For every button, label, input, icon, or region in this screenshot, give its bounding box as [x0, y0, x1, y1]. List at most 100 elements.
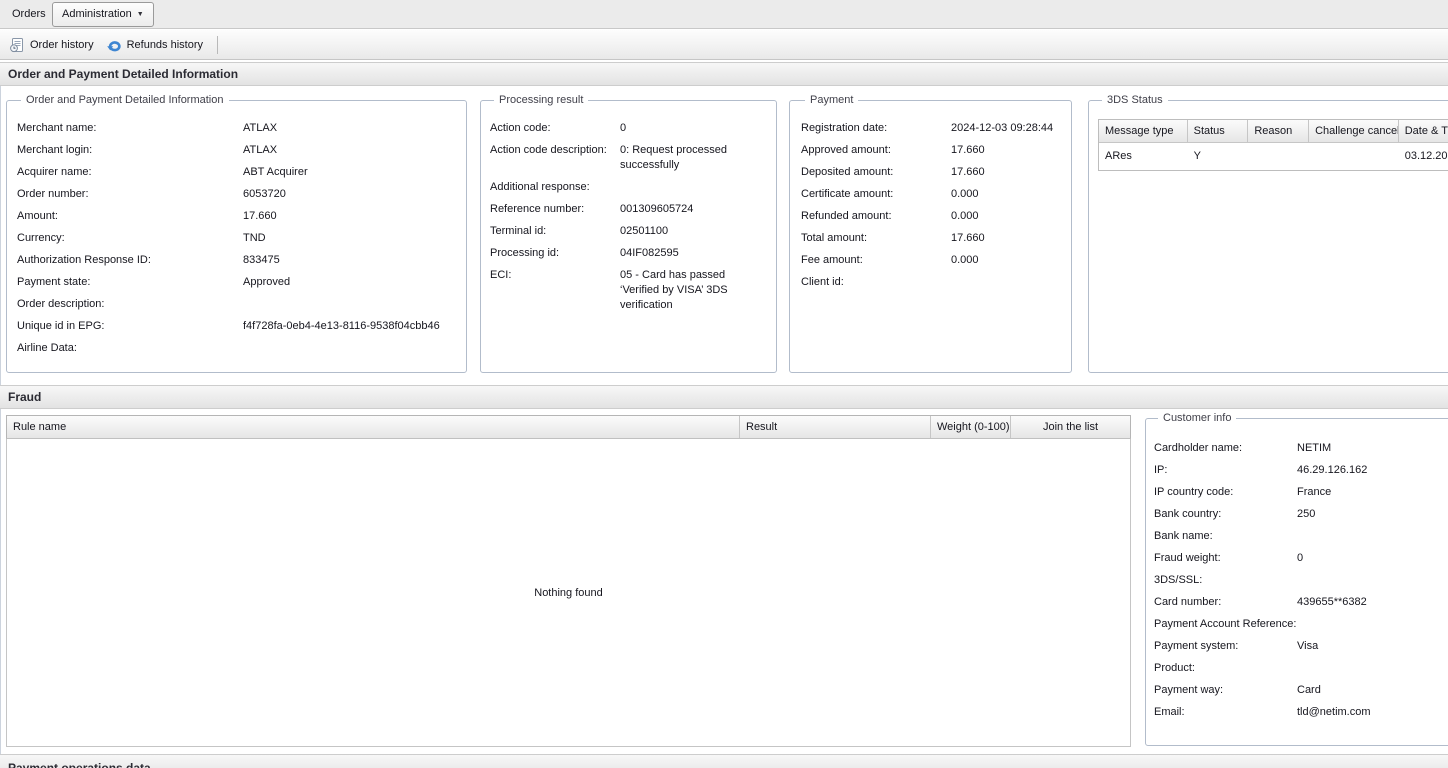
- field-value: 02501100: [620, 224, 766, 239]
- history-toolbar: Order history Refunds history: [0, 30, 1448, 60]
- payment-legend: Payment: [805, 94, 858, 106]
- field-value: ATLAX: [243, 121, 456, 136]
- field-value: [243, 297, 456, 312]
- field-value: 2024-12-03 09:28:44: [951, 121, 1061, 136]
- field-row: Email: tld@netim.com: [1154, 705, 1448, 720]
- field-row: Order description:: [17, 297, 456, 312]
- threeds-column-header[interactable]: Status: [1188, 120, 1249, 143]
- field-label: Approved amount:: [801, 143, 951, 158]
- refunds-history-button[interactable]: Refunds history: [103, 33, 212, 57]
- field-value: [243, 341, 456, 356]
- field-row: Terminal id: 02501100: [490, 224, 766, 239]
- field-value: 0: [620, 121, 766, 136]
- payment-fieldset: Payment Registration date: 2024-12-03 09…: [789, 94, 1072, 373]
- field-row: Deposited amount: 17.660: [801, 165, 1061, 180]
- payment-rows: Registration date: 2024-12-03 09:28:44 A…: [801, 121, 1061, 290]
- field-row: ECI: 05 - Card has passed ‘Verified by V…: [490, 268, 766, 313]
- field-value: ABT Acquirer: [243, 165, 456, 180]
- field-value: 05 - Card has passed ‘Verified by VISA’ …: [620, 268, 766, 313]
- field-row: Payment system: Visa: [1154, 639, 1448, 654]
- field-label: Client id:: [801, 275, 951, 290]
- field-value: 0.000: [951, 253, 1061, 268]
- order-info-legend: Order and Payment Detailed Information: [21, 94, 229, 106]
- fraud-column-header[interactable]: Weight (0-100): [931, 416, 1011, 438]
- threeds-table-header: Message type Status Reason Challenge can…: [1099, 120, 1448, 143]
- field-label: Registration date:: [801, 121, 951, 136]
- field-label: Bank country:: [1154, 507, 1297, 522]
- field-label: IP country code:: [1154, 485, 1297, 500]
- field-row: Bank country: 250: [1154, 507, 1448, 522]
- order-history-button[interactable]: Order history: [6, 33, 103, 57]
- threeds-cell-date-time: 03.12.20: [1399, 143, 1448, 170]
- field-label: Action code description:: [490, 143, 620, 173]
- field-label: 3DS/SSL:: [1154, 573, 1297, 588]
- field-value: [951, 275, 1061, 290]
- field-label: Order number:: [17, 187, 243, 202]
- field-value: France: [1297, 485, 1448, 500]
- threeds-cell-reason: [1248, 143, 1309, 170]
- field-label: Certificate amount:: [801, 187, 951, 202]
- field-label: Currency:: [17, 231, 243, 246]
- tab-orders[interactable]: Orders: [8, 0, 50, 28]
- threeds-column-header[interactable]: Date & Time: [1399, 120, 1448, 143]
- field-value: 6053720: [243, 187, 456, 202]
- field-value: [1297, 529, 1448, 544]
- field-row: Unique id in EPG: f4f728fa-0eb4-4e13-811…: [17, 319, 456, 334]
- field-label: Acquirer name:: [17, 165, 243, 180]
- fraud-table-body: Nothing found: [6, 439, 1131, 747]
- threeds-column-header[interactable]: Challenge cancel: [1309, 120, 1399, 143]
- field-row: Additional response:: [490, 180, 766, 195]
- field-row: Payment state: Approved: [17, 275, 456, 290]
- refunds-history-icon: [106, 37, 122, 53]
- field-row: Processing id: 04IF082595: [490, 246, 766, 261]
- field-label: Payment way:: [1154, 683, 1297, 698]
- field-label: Fraud weight:: [1154, 551, 1297, 566]
- field-row: Payment way: Card: [1154, 683, 1448, 698]
- field-value: [1297, 661, 1448, 676]
- field-value: 250: [1297, 507, 1448, 522]
- epg-admin-page: Orders Administration▼ Order history: [0, 0, 1448, 768]
- field-label: Refunded amount:: [801, 209, 951, 224]
- field-label: Email:: [1154, 705, 1297, 720]
- threeds-column-header[interactable]: Message type: [1099, 120, 1188, 143]
- field-row: IP: 46.29.126.162: [1154, 463, 1448, 478]
- field-value: TND: [243, 231, 456, 246]
- fraud-rules-table: Rule name Result Weight (0-100) Join the…: [6, 415, 1131, 747]
- threeds-column-header[interactable]: Reason: [1248, 120, 1309, 143]
- field-row: Cardholder name: NETIM: [1154, 441, 1448, 456]
- field-label: Deposited amount:: [801, 165, 951, 180]
- threeds-cell-challenge-cancel: [1309, 143, 1399, 170]
- field-row: Amount: 17.660: [17, 209, 456, 224]
- order-info-fieldset: Order and Payment Detailed Information M…: [6, 94, 467, 373]
- field-row: Action code: 0: [490, 121, 766, 136]
- tab-administration[interactable]: Administration▼: [52, 2, 154, 27]
- field-row: Client id:: [801, 275, 1061, 290]
- field-label: Airline Data:: [17, 341, 243, 356]
- customer-info-rows: Cardholder name: NETIM IP: 46.29.126.162…: [1154, 441, 1448, 720]
- field-label: Action code:: [490, 121, 620, 136]
- threeds-cell-status: Y: [1188, 143, 1249, 170]
- field-value: 0: Request processed successfully: [620, 143, 766, 173]
- fraud-column-header[interactable]: Join the list: [1011, 416, 1130, 438]
- field-row: Payment Account Reference:: [1154, 617, 1448, 632]
- fraud-column-header[interactable]: Rule name: [7, 416, 740, 438]
- field-value: 0.000: [951, 209, 1061, 224]
- tab-orders-label: Orders: [12, 8, 46, 20]
- field-value: tld@netim.com: [1297, 705, 1448, 720]
- field-label: Total amount:: [801, 231, 951, 246]
- field-row: Registration date: 2024-12-03 09:28:44: [801, 121, 1061, 136]
- fraud-column-header[interactable]: Result: [740, 416, 931, 438]
- threeds-table: Message type Status Reason Challenge can…: [1098, 119, 1448, 171]
- field-label: Cardholder name:: [1154, 441, 1297, 456]
- threeds-table-row[interactable]: ARes Y 03.12.20: [1099, 143, 1448, 170]
- field-value: Approved: [243, 275, 456, 290]
- toolbar-separator: [217, 36, 218, 54]
- customer-info-fieldset: Customer info Cardholder name: NETIM IP:…: [1145, 412, 1448, 746]
- field-value: 04IF082595: [620, 246, 766, 261]
- field-value: 439655**6382: [1297, 595, 1448, 610]
- field-row: 3DS/SSL:: [1154, 573, 1448, 588]
- fraud-table-header: Rule name Result Weight (0-100) Join the…: [6, 415, 1131, 439]
- field-row: Airline Data:: [17, 341, 456, 356]
- field-label: Order description:: [17, 297, 243, 312]
- field-value: 17.660: [951, 165, 1061, 180]
